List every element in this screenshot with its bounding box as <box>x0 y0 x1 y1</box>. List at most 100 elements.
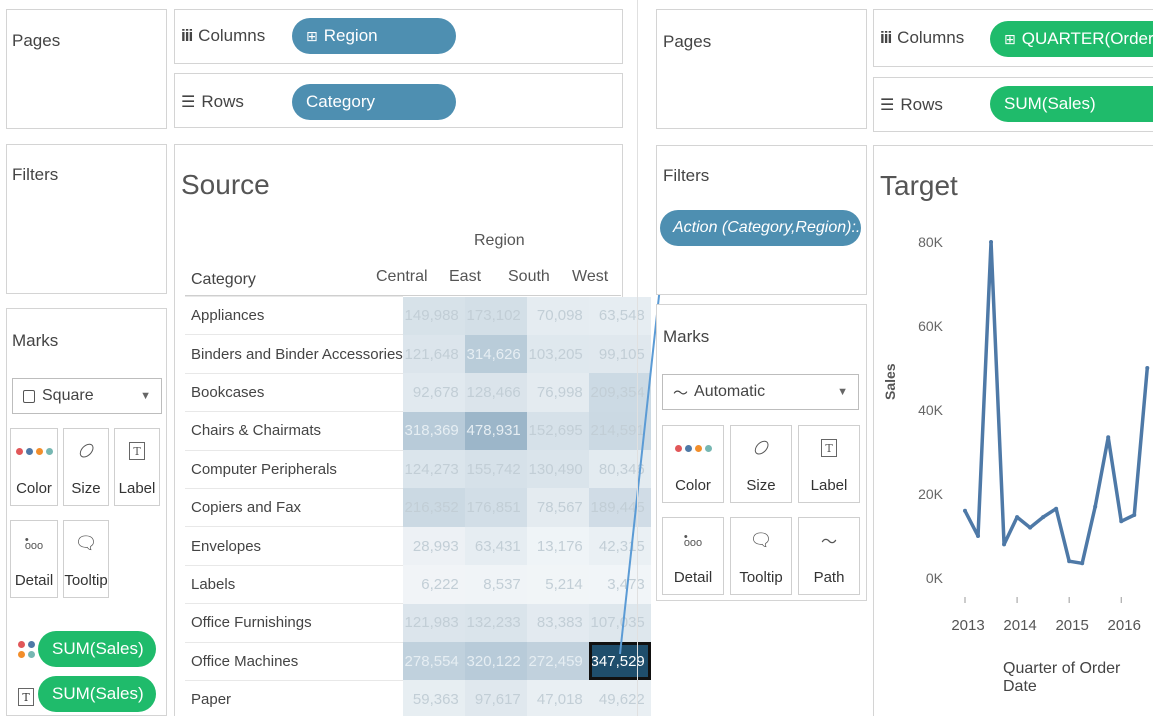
category-pill[interactable]: Category <box>292 84 456 120</box>
sales-cell[interactable]: 103,205 <box>526 334 589 374</box>
label-button[interactable]: T Label <box>114 428 160 506</box>
tooltip-button[interactable]: 🗨 Tooltip <box>730 517 792 595</box>
sales-point[interactable] <box>1054 506 1059 511</box>
category-cell[interactable]: Labels <box>185 564 403 604</box>
sales-cell[interactable]: 49,622 <box>588 680 651 716</box>
sales-point[interactable] <box>1067 559 1072 564</box>
region-pill[interactable]: ⊞ Region <box>292 18 456 54</box>
size-button[interactable]: ⬯ Size <box>730 425 792 503</box>
category-cell[interactable]: Binders and Binder Accessories <box>185 334 403 374</box>
category-cell[interactable]: Bookcases <box>185 372 403 412</box>
sales-cell[interactable]: 5,214 <box>526 565 589 604</box>
tooltip-icon: 🗨 <box>74 532 98 553</box>
region-column-header: Region <box>474 232 525 249</box>
label-button[interactable]: T Label <box>798 425 860 503</box>
sum-sales-label-pill[interactable]: SUM(Sales) <box>38 676 156 712</box>
sales-point[interactable] <box>989 240 994 244</box>
category-cell[interactable]: Envelopes <box>185 526 403 566</box>
category-cell[interactable]: Copiers and Fax <box>185 487 403 527</box>
sales-cell[interactable]: 176,851 <box>464 488 527 527</box>
columns-icon: iii <box>880 28 892 47</box>
sales-cell[interactable]: 173,102 <box>464 296 527 335</box>
sales-cell[interactable]: 124,273 <box>402 450 465 489</box>
table-row: Computer Peripherals 124,273 155,742 130,49… <box>185 449 651 489</box>
category-cell[interactable]: Paper <box>185 679 403 716</box>
sales-cell[interactable]: 152,695 <box>526 411 589 451</box>
y-tick-label: 60K <box>918 318 944 334</box>
sales-cell[interactable]: 318,369 <box>402 411 465 451</box>
sales-cell[interactable]: 155,742 <box>464 450 527 489</box>
sales-cell[interactable]: 83,383 <box>526 603 589 643</box>
category-cell[interactable]: Office Furnishings <box>185 603 403 643</box>
mark-type-dropdown[interactable]: 〜 Automatic ▼ <box>662 374 859 410</box>
category-cell[interactable]: Chairs & Chairmats <box>185 411 403 451</box>
sales-cell[interactable]: 132,233 <box>464 603 527 643</box>
sales-cell[interactable]: 128,466 <box>464 373 527 412</box>
size-icon: ⬯ <box>749 435 774 460</box>
path-button[interactable]: 〜 Path <box>798 517 860 595</box>
sales-cell[interactable]: 97,617 <box>464 680 527 716</box>
detail-button[interactable]: • ooo Detail <box>10 520 58 598</box>
action-filter-pill[interactable]: Action (Category,Region):.. ⊘ <box>660 210 861 246</box>
size-button[interactable]: ⬯ Size <box>63 428 109 506</box>
sales-cell[interactable]: 149,988 <box>402 296 465 335</box>
tooltip-button[interactable]: 🗨 Tooltip <box>63 520 109 598</box>
tooltip-icon: 🗨 <box>749 529 773 550</box>
mark-type-dropdown[interactable]: Square ▼ <box>12 378 162 414</box>
sum-sales-color-pill[interactable]: SUM(Sales) <box>38 631 156 667</box>
y-tick-label: 0K <box>926 570 944 586</box>
sales-cell[interactable]: 272,459 <box>526 642 589 681</box>
sales-point[interactable] <box>1132 513 1137 517</box>
category-cell[interactable]: Computer Peripherals <box>185 449 403 489</box>
sales-point[interactable] <box>963 508 967 513</box>
sales-cell[interactable]: 76,998 <box>526 373 589 412</box>
sales-line[interactable] <box>963 240 1150 566</box>
sales-cell[interactable]: 478,931 <box>464 411 527 451</box>
color-button[interactable]: Color <box>10 428 58 506</box>
table-row: Binders and Binder Accessories 121,648 314… <box>185 334 651 374</box>
sales-cell[interactable]: 314,626 <box>464 334 527 374</box>
sales-cell[interactable]: 121,983 <box>402 603 465 643</box>
quarter-order-date-pill[interactable]: ⊞ QUARTER(Order Da.. <box>990 21 1153 57</box>
pages-label: Pages <box>12 31 61 50</box>
sales-point[interactable] <box>1028 525 1033 530</box>
sales-cell[interactable]: 78,567 <box>526 488 589 527</box>
sales-point[interactable] <box>1080 561 1085 566</box>
sales-point[interactable] <box>1002 542 1007 547</box>
sales-cell[interactable]: 92,678 <box>402 373 465 412</box>
sales-point[interactable] <box>1015 515 1020 520</box>
region-header-west: West <box>572 268 609 285</box>
sales-cell[interactable]: 8,537 <box>464 565 527 604</box>
table-row: Chairs & Chairmats 318,369 478,931 152,695 2… <box>185 411 651 451</box>
sales-cell[interactable]: 278,554 <box>402 642 465 681</box>
table-row: Paper 59,363 97,617 47,018 49,622 <box>185 679 651 716</box>
sales-point[interactable] <box>1041 515 1046 520</box>
sales-cell[interactable]: 28,993 <box>402 526 465 566</box>
sales-cell[interactable]: 70,098 <box>526 296 589 335</box>
sales-point[interactable] <box>1093 504 1098 509</box>
sales-point[interactable] <box>1119 519 1124 524</box>
category-cell[interactable]: Office Machines <box>185 641 403 681</box>
sales-cell[interactable]: 320,122 <box>464 642 527 681</box>
filters-card-left: Filters <box>6 144 167 294</box>
region-header-east: East <box>449 268 482 285</box>
sales-cell[interactable]: 13,176 <box>526 526 589 566</box>
sales-point[interactable] <box>1106 435 1111 440</box>
category-cell[interactable]: Appliances <box>185 295 403 335</box>
sales-cell[interactable]: 6,222 <box>402 565 465 604</box>
sales-cell[interactable]: 130,490 <box>526 450 589 489</box>
detail-button[interactable]: • ooo Detail <box>662 517 724 595</box>
color-dots-icon <box>674 436 712 460</box>
table-row: Labels 6,222 8,537 5,214 3,473 <box>185 564 651 604</box>
sales-cell[interactable]: 63,431 <box>464 526 527 566</box>
sales-cell[interactable]: 216,352 <box>402 488 465 527</box>
sales-point[interactable] <box>1145 366 1150 370</box>
marks-label: Marks <box>663 327 710 346</box>
sales-cell[interactable]: 121,648 <box>402 334 465 374</box>
sum-sales-rows-pill[interactable]: SUM(Sales) <box>990 86 1153 122</box>
sales-point[interactable] <box>976 534 981 538</box>
category-row-header: Category <box>191 271 256 288</box>
color-button[interactable]: Color <box>662 425 724 503</box>
sales-cell[interactable]: 47,018 <box>526 680 589 716</box>
sales-cell[interactable]: 59,363 <box>402 680 465 716</box>
